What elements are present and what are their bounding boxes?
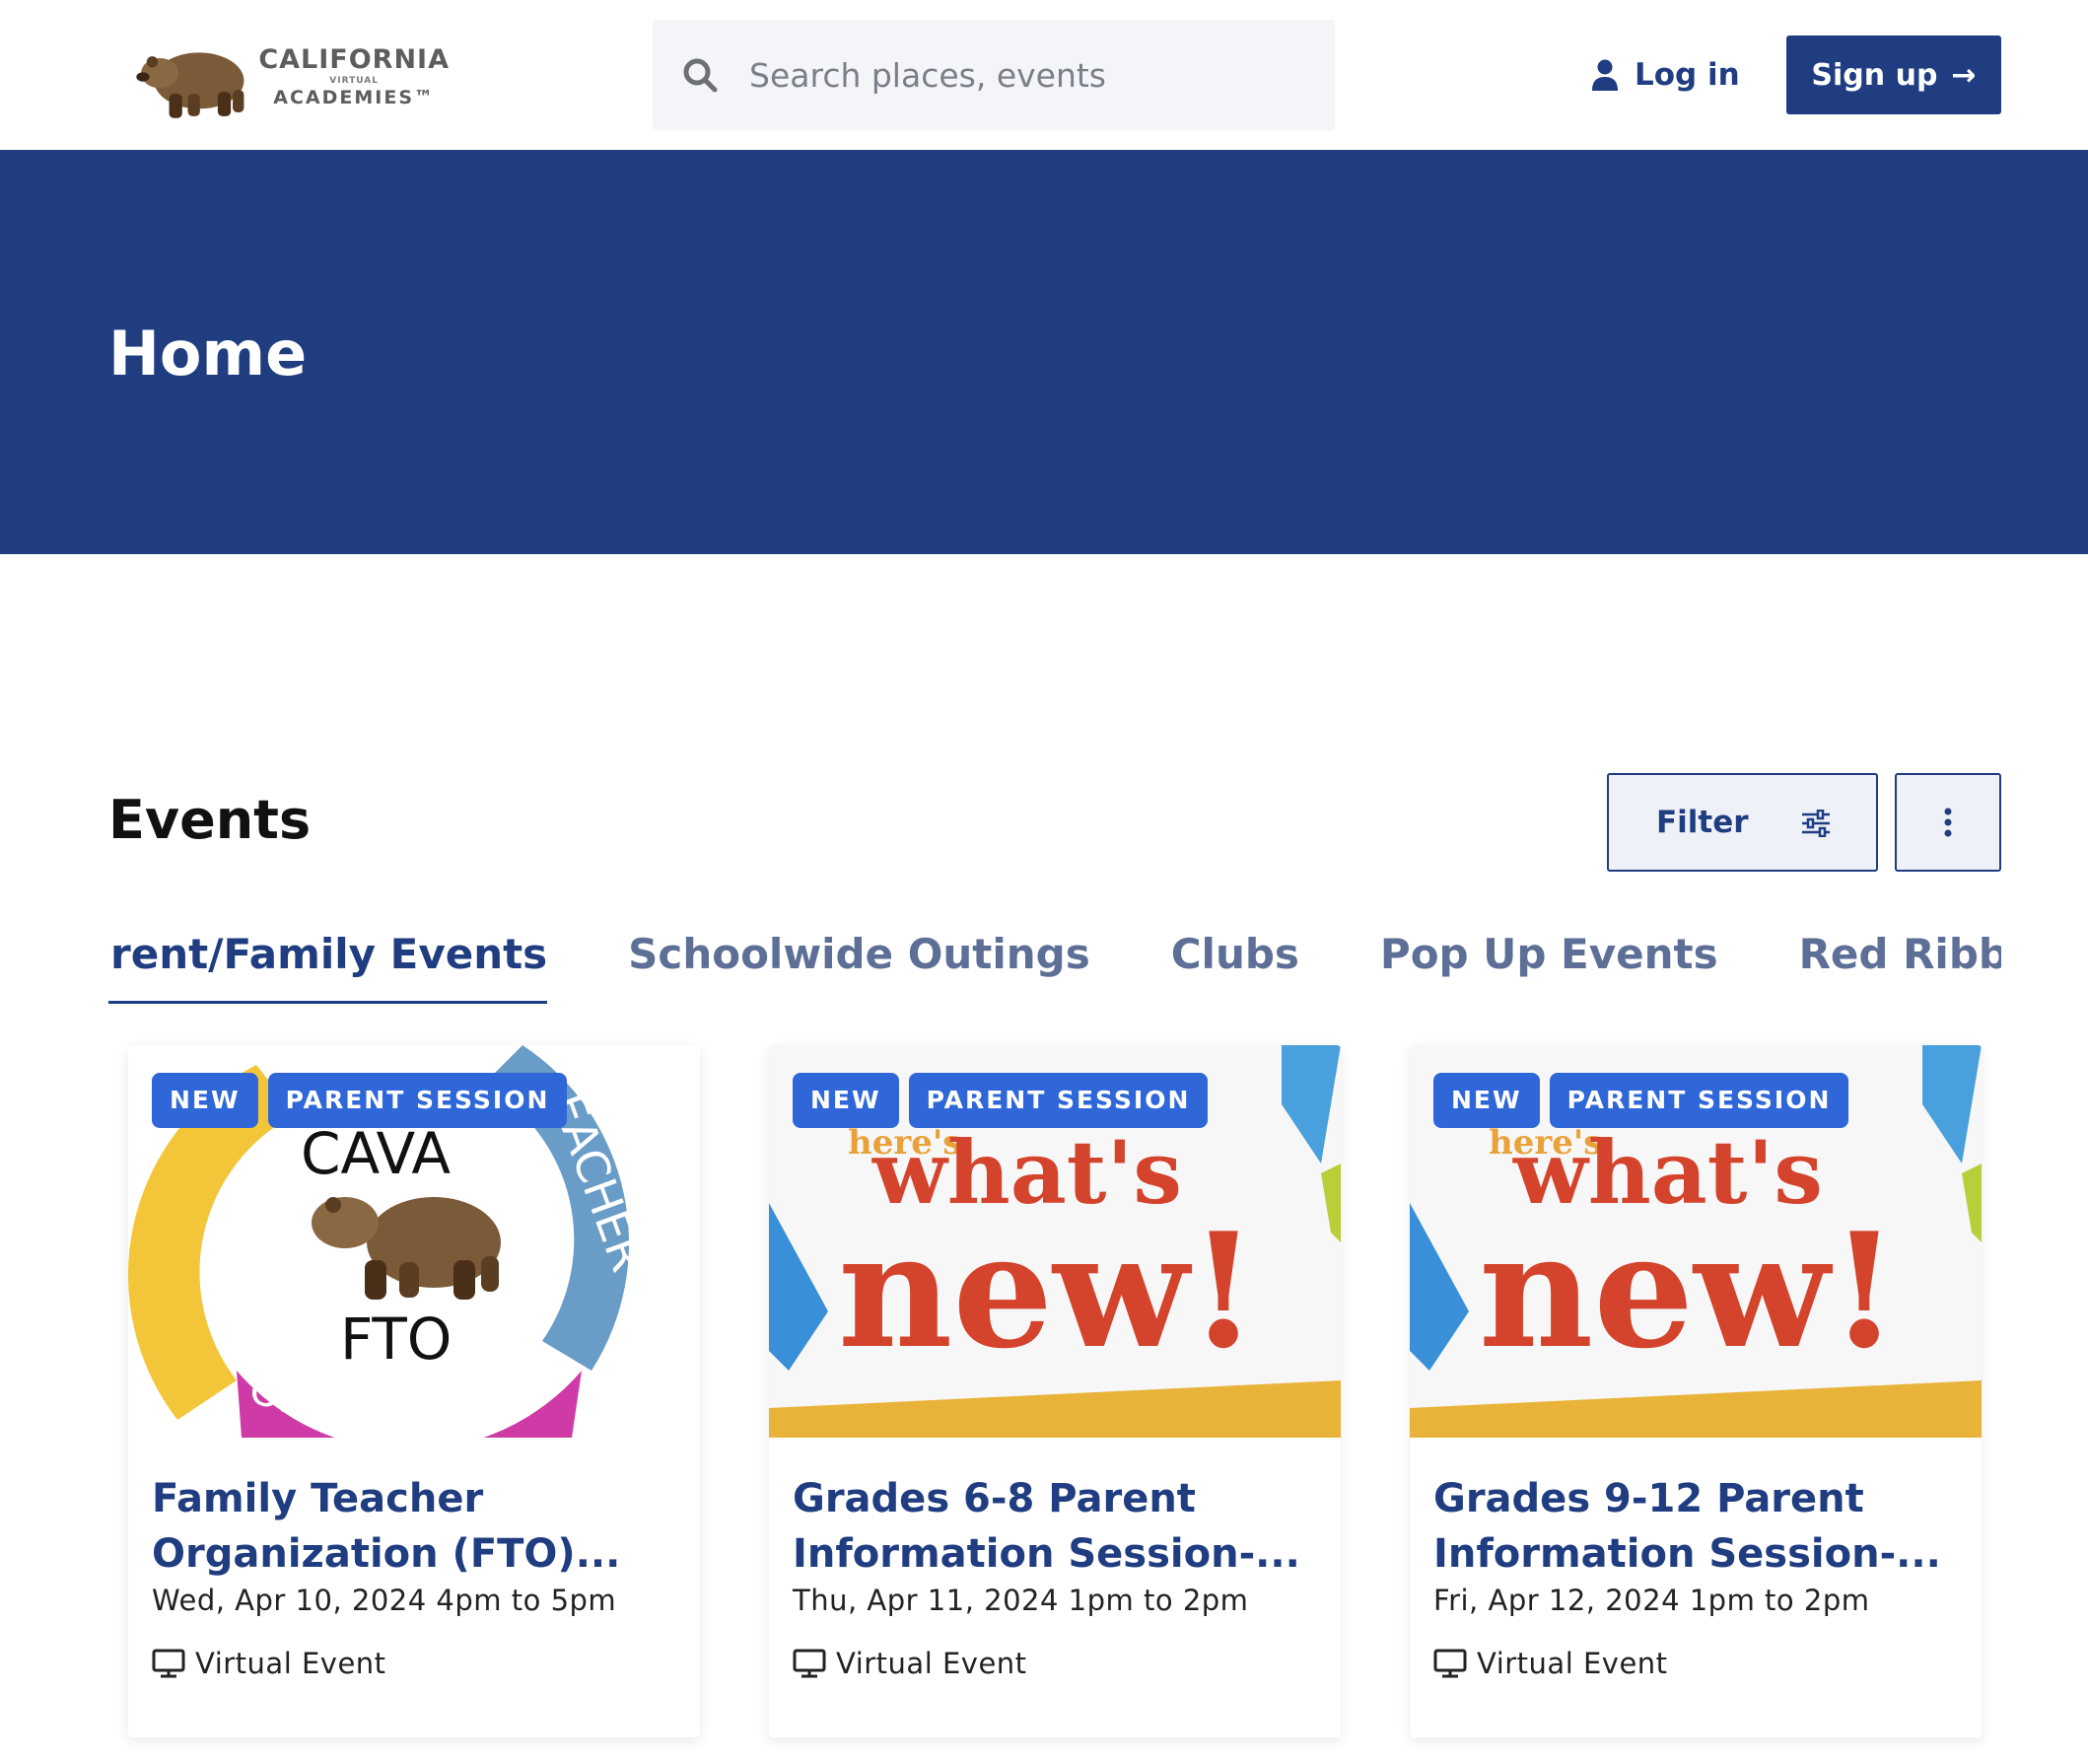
hero-banner: Home (0, 150, 2088, 554)
arrow-right-icon: → (1951, 57, 1977, 93)
event-venue: Virtual Event (793, 1647, 1027, 1680)
new-badge: NEW (1433, 1073, 1540, 1128)
login-label: Log in (1635, 57, 1740, 93)
event-date: Wed, Apr 10, 2024 4pm to 5pm (152, 1584, 617, 1617)
category-badge: PARENT SESSION (267, 1073, 568, 1128)
event-title-line-2: Information Session-... (793, 1531, 1300, 1577)
event-title-line-1: Family Teacher (152, 1476, 484, 1521)
event-date: Fri, Apr 12, 2024 1pm to 2pm (1433, 1584, 1870, 1617)
event-title-line-2: Information Session-... (1433, 1531, 1941, 1577)
category-badge: PARENT SESSION (908, 1073, 1209, 1128)
event-card[interactable]: FAMILY TEACHER ORGANIZATION CAVA FTO NEW… (128, 1045, 700, 1737)
event-card[interactable]: here's what's new! NEW PARENT SESSION Gr… (769, 1045, 1341, 1737)
logo-wordmark: CALIFORNIA VIRTUAL ACADEMIES™ (258, 46, 450, 107)
event-venue-label: Virtual Event (195, 1647, 386, 1680)
user-icon (1592, 59, 1618, 91)
event-title-line-1: Grades 9-12 Parent (1433, 1476, 1864, 1521)
card-badges: NEW PARENT SESSION (1433, 1073, 1858, 1128)
site-logo[interactable]: CALIFORNIA VIRTUAL ACADEMIES™ (124, 30, 450, 124)
tab-red-ribbon-week[interactable]: Red Ribbon Week (1799, 917, 2001, 1004)
tab-parent-family-events[interactable]: Parent/Family Events (108, 917, 548, 1004)
logo-line-3: ACADEMIES™ (273, 87, 436, 108)
event-date: Thu, Apr 11, 2024 1pm to 2pm (793, 1584, 1249, 1617)
monitor-icon (152, 1649, 185, 1678)
monitor-icon (793, 1649, 826, 1678)
category-badge: PARENT SESSION (1549, 1073, 1849, 1128)
new-badge: NEW (152, 1073, 258, 1128)
search-input[interactable] (749, 55, 1301, 95)
events-heading: Events (108, 789, 312, 851)
more-vertical-icon (1944, 808, 1952, 837)
event-title[interactable]: Grades 6-8 Parent Information Session-..… (793, 1471, 1317, 1582)
more-options-button[interactable] (1895, 773, 2001, 872)
card-badges: NEW PARENT SESSION (152, 1073, 577, 1128)
event-title[interactable]: Grades 9-12 Parent Information Session-.… (1433, 1471, 1958, 1582)
monitor-icon (1433, 1649, 1467, 1678)
new-text: new! (838, 1198, 1258, 1383)
event-venue-label: Virtual Event (1477, 1647, 1668, 1680)
login-link[interactable]: Log in (1591, 49, 1740, 101)
event-title-line-2: Organization (FTO)... (152, 1531, 621, 1577)
site-header: CALIFORNIA VIRTUAL ACADEMIES™ Log in Sig… (0, 0, 2088, 150)
card-badges: NEW PARENT SESSION (793, 1073, 1218, 1128)
event-venue: Virtual Event (152, 1647, 386, 1680)
new-text: new! (1479, 1198, 1899, 1383)
tab-pop-up-events[interactable]: Pop Up Events (1380, 917, 1718, 1004)
logo-line-2: VIRTUAL (329, 76, 380, 86)
new-badge: NEW (793, 1073, 899, 1128)
event-card[interactable]: here's what's new! NEW PARENT SESSION Gr… (1410, 1045, 1982, 1737)
event-venue-label: Virtual Event (836, 1647, 1027, 1680)
event-title-line-1: Grades 6-8 Parent (793, 1476, 1196, 1521)
event-venue: Virtual Event (1433, 1647, 1668, 1680)
tab-clubs[interactable]: Clubs (1171, 917, 1299, 1004)
fto-text: FTO (340, 1305, 452, 1373)
logo-line-1: CALIFORNIA (258, 44, 450, 75)
bear-logo-icon (136, 52, 244, 118)
signup-button[interactable]: Sign up → (1786, 35, 2001, 114)
filter-label: Filter (1656, 805, 1749, 840)
search-icon (683, 58, 718, 93)
tabs-track: Parent/Family Events Schoolwide Outings … (108, 917, 2001, 1004)
page-title: Home (108, 318, 308, 389)
event-category-tabs[interactable]: Parent/Family Events Schoolwide Outings … (108, 917, 2001, 1006)
search-bar[interactable] (653, 20, 1335, 130)
sliders-icon (1802, 810, 1830, 837)
filter-button[interactable]: Filter (1607, 773, 1878, 872)
signup-label: Sign up (1811, 57, 1938, 93)
tab-schoolwide-outings[interactable]: Schoolwide Outings (628, 917, 1090, 1004)
event-title[interactable]: Family Teacher Organization (FTO)... (152, 1471, 676, 1582)
cava-text: CAVA (301, 1120, 451, 1187)
